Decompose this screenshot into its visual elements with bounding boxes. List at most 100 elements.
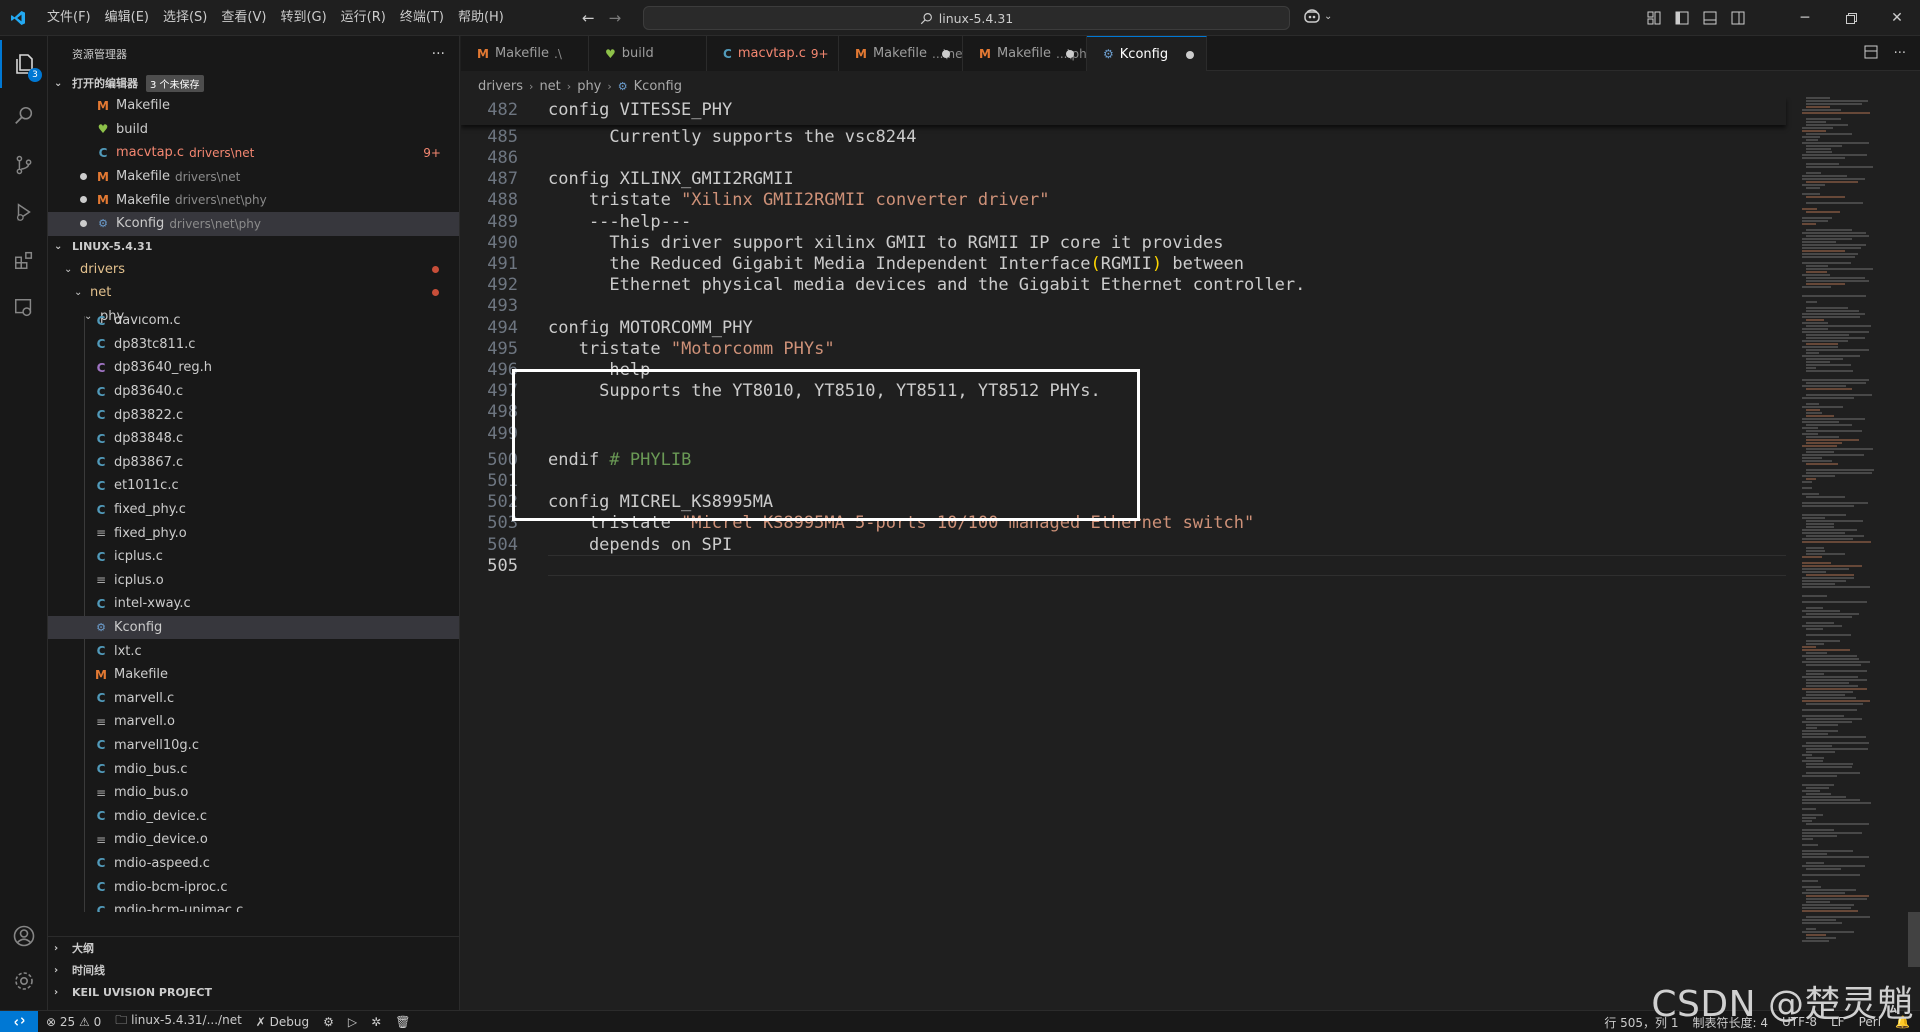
source-control-icon[interactable]: [0, 141, 48, 189]
more-actions-icon[interactable]: ···: [432, 46, 445, 62]
toggle-panel-icon[interactable]: [1696, 0, 1724, 36]
split-editor-icon[interactable]: [1864, 45, 1878, 63]
folder-drivers[interactable]: ⌄ drivers: [48, 258, 459, 282]
trash-icon[interactable]: 🗑: [395, 1015, 410, 1029]
file-tree-item[interactable]: Cdp83640_reg.h: [48, 356, 459, 380]
keil-project-header[interactable]: › KEIL UVISION PROJECT: [48, 981, 459, 1003]
file-tree-item[interactable]: Cintel-xway.c: [48, 592, 459, 616]
minimap-line: [1802, 418, 1865, 420]
file-tree-item[interactable]: Cmarvell10g.c: [48, 734, 459, 758]
file-tree-item[interactable]: Cdp83867.c: [48, 451, 459, 475]
menu-file[interactable]: 文件(F): [40, 0, 98, 36]
search-icon[interactable]: [0, 92, 48, 140]
bug-icon[interactable]: ✲: [371, 1015, 381, 1029]
back-arrow-icon[interactable]: ←: [582, 9, 595, 27]
minimap[interactable]: [1794, 97, 1890, 957]
workspace-header[interactable]: ⌄ LINUX-5.4.31: [48, 236, 459, 258]
unsaved-dot[interactable]: [942, 50, 950, 58]
customize-layout-icon[interactable]: [1640, 0, 1668, 36]
minimize-icon[interactable]: ─: [1782, 0, 1828, 36]
breadcrumb-net[interactable]: net: [539, 79, 560, 94]
breadcrumb-drivers[interactable]: drivers: [478, 79, 523, 94]
vscode-logo-icon[interactable]: [0, 0, 36, 36]
copilot-menu[interactable]: ⌄: [1303, 8, 1332, 24]
file-tree-item[interactable]: Cfixed_phy.c: [48, 498, 459, 522]
remote-explorer-icon[interactable]: [0, 284, 48, 332]
breadcrumb-kconfig[interactable]: Kconfig: [634, 79, 682, 94]
open-editor-item[interactable]: ♥ build: [48, 118, 459, 142]
extensions-icon[interactable]: [0, 236, 48, 284]
open-editor-item[interactable]: M Makefile drivers\net: [48, 165, 459, 189]
settings-small-icon[interactable]: ⚙: [323, 1015, 334, 1029]
file-tree-item[interactable]: Cet1011c.c: [48, 474, 459, 498]
debug-indicator[interactable]: ✗ Debug: [256, 1015, 309, 1029]
unsaved-dot[interactable]: [1066, 50, 1074, 58]
menu-run[interactable]: 运行(R): [334, 0, 393, 36]
file-tree-item[interactable]: Cmdio_device.c: [48, 804, 459, 828]
breadcrumb-phy[interactable]: phy: [577, 79, 601, 94]
unsaved-dot[interactable]: [80, 219, 87, 227]
file-tree-item[interactable]: Cdavicom.c: [48, 316, 459, 333]
menu-help[interactable]: 帮助(H): [451, 0, 511, 36]
menu-selection[interactable]: 选择(S): [156, 0, 214, 36]
unsaved-dot[interactable]: [80, 172, 87, 180]
open-editor-item[interactable]: Cmacvtap.c drivers\net 9+: [48, 141, 459, 165]
settings-gear-icon[interactable]: [0, 957, 48, 1005]
file-tree-item[interactable]: Cmdio-aspeed.c: [48, 852, 459, 876]
file-tree-item[interactable]: Cmdio-bcm-iproc.c: [48, 875, 459, 899]
menu-terminal[interactable]: 终端(T): [393, 0, 451, 36]
more-actions-icon[interactable]: ···: [1894, 46, 1906, 61]
file-tree-item[interactable]: Clxt.c: [48, 639, 459, 663]
minimap-line: [1806, 520, 1863, 522]
file-tree-item[interactable]: Cdp83822.c: [48, 403, 459, 427]
forward-arrow-icon[interactable]: →: [609, 9, 622, 27]
file-tree-item[interactable]: ≡ mdio_device.o: [48, 828, 459, 852]
file-tree-item[interactable]: ≡ mdio_bus.o: [48, 781, 459, 805]
restore-icon[interactable]: [1828, 0, 1874, 36]
unsaved-dot[interactable]: [80, 196, 87, 204]
file-tree-item[interactable]: Cmarvell.c: [48, 687, 459, 711]
open-editors-header[interactable]: ⌄ 打开的编辑器 3 个未保存: [48, 72, 459, 94]
scrollbar-thumb[interactable]: [1908, 912, 1920, 967]
sticky-scroll-header[interactable]: 482 config VITESSE_PHY: [461, 97, 1786, 125]
menu-edit[interactable]: 编辑(E): [98, 0, 156, 36]
run-icon[interactable]: ▷: [348, 1015, 357, 1029]
outline-header[interactable]: › 大纲: [48, 937, 459, 959]
file-tree-item[interactable]: Cdp83848.c: [48, 427, 459, 451]
editor-tab[interactable]: MMakefile...\net: [839, 36, 967, 71]
file-tree-item[interactable]: Cdp83tc811.c: [48, 333, 459, 357]
folder-net[interactable]: ⌄ net: [48, 281, 459, 305]
remote-indicator[interactable]: [0, 1010, 38, 1032]
file-tree-item[interactable]: Cdp83640.c: [48, 380, 459, 404]
file-tree-item[interactable]: ⚙ Kconfig: [48, 615, 459, 640]
unsaved-dot[interactable]: [1186, 51, 1194, 59]
timeline-header[interactable]: › 时间线: [48, 959, 459, 981]
file-tree-item[interactable]: Cmdio_bus.c: [48, 757, 459, 781]
menu-view[interactable]: 查看(V): [214, 0, 273, 36]
editor-tab[interactable]: Cmacvtap.c 9+: [707, 36, 839, 71]
open-editor-item[interactable]: M Makefile: [48, 94, 459, 118]
file-tree-item[interactable]: Cicplus.c: [48, 545, 459, 569]
file-tree-item[interactable]: ≡ marvell.o: [48, 710, 459, 734]
editor-tab[interactable]: ⚙ Kconfig: [1087, 36, 1207, 71]
editor-tab[interactable]: ♥ build: [589, 36, 707, 71]
toggle-secondary-sidebar-icon[interactable]: [1724, 0, 1752, 36]
file-tree-item[interactable]: Cmdio-bcm-unimac.c: [48, 899, 459, 912]
close-icon[interactable]: ✕: [1874, 0, 1920, 36]
problems-indicator[interactable]: ⊗ 25 ⚠ 0: [46, 1015, 101, 1029]
file-tree-item[interactable]: ≡ icplus.o: [48, 569, 459, 593]
run-debug-icon[interactable]: [0, 188, 48, 236]
file-tree-item[interactable]: ≡ fixed_phy.o: [48, 521, 459, 545]
accounts-icon[interactable]: [0, 912, 48, 960]
file-tree-item[interactable]: M Makefile: [48, 663, 459, 687]
editor-tab[interactable]: M Makefile ...\phy: [963, 36, 1094, 71]
toggle-primary-sidebar-icon[interactable]: [1668, 0, 1696, 36]
open-editor-item[interactable]: ⚙ Kconfig drivers\net\phy: [48, 211, 459, 236]
folder-indicator[interactable]: 🗀 linux-5.4.31/.../net: [115, 1011, 242, 1032]
menu-go[interactable]: 转到(G): [273, 0, 333, 36]
editor-tab[interactable]: M Makefile .\: [461, 36, 589, 71]
command-center-search[interactable]: linux-5.4.31: [643, 6, 1290, 30]
explorer-icon[interactable]: 3: [0, 40, 48, 88]
code-editor[interactable]: 482 config VITESSE_PHY 484 ---help---485…: [461, 97, 1920, 1010]
open-editor-item[interactable]: M Makefile drivers\net\phy: [48, 188, 459, 212]
